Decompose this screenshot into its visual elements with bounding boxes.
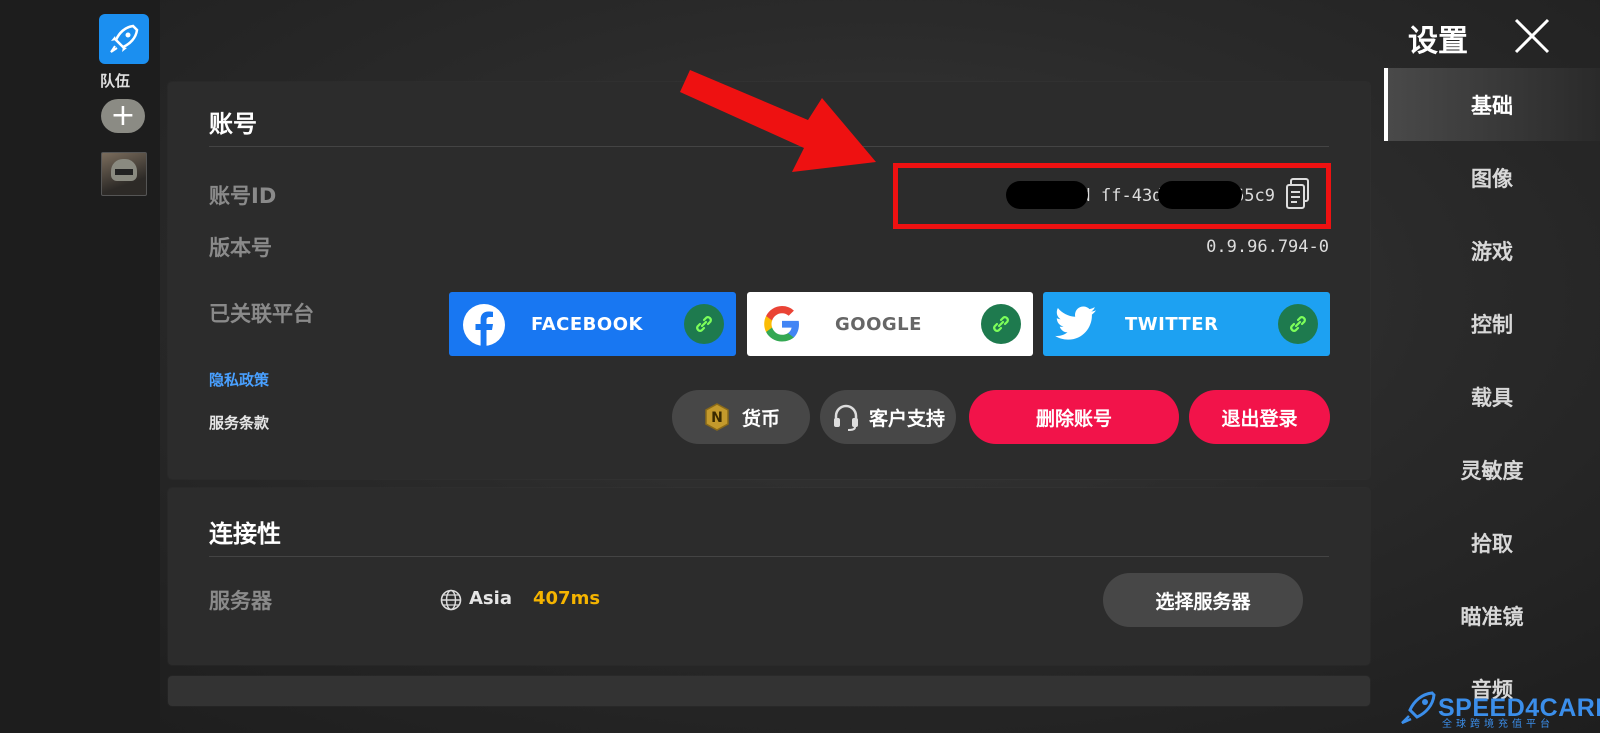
avatar[interactable] <box>101 152 147 196</box>
nav-item-sensitivity[interactable]: 灵敏度 <box>1384 433 1600 506</box>
link-icon <box>1278 304 1318 344</box>
rocket-icon <box>110 24 139 53</box>
facebook-icon <box>463 304 505 347</box>
settings-title: 设置 <box>1408 24 1468 59</box>
close-icon[interactable] <box>1512 16 1552 56</box>
ping-value: 407ms <box>533 588 601 609</box>
red-arrow-annotation <box>680 70 876 172</box>
server-label: 服务器 <box>209 589 272 613</box>
connectivity-title: 连接性 <box>209 520 281 548</box>
facebook-link-button[interactable]: FACEBOOK <box>449 292 736 356</box>
team-app-icon[interactable] <box>99 14 149 64</box>
headset-icon <box>833 404 858 431</box>
twitter-label: TWITTER <box>1125 314 1219 335</box>
select-server-button[interactable]: 选择服务器 <box>1103 573 1303 627</box>
privacy-policy-link[interactable]: 隐私政策 <box>209 369 269 390</box>
twitter-link-button[interactable]: TWITTER <box>1043 292 1330 356</box>
svg-text:N: N <box>711 410 723 426</box>
version-label: 版本号 <box>209 236 272 260</box>
globe-icon <box>440 589 462 611</box>
highlight-box-annotation <box>893 163 1331 229</box>
google-icon <box>764 306 799 342</box>
nav-item-graphics[interactable]: 图像 <box>1384 141 1600 214</box>
connectivity-panel: 连接性 服务器 Asia 407ms 选择服务器 <box>168 488 1370 665</box>
watermark-subtitle: 全球跨境充值平台 <box>1442 719 1554 730</box>
add-teammate-button[interactable]: + <box>101 99 145 133</box>
nav-item-game[interactable]: 游戏 <box>1384 214 1600 287</box>
account-id-label: 账号ID <box>209 184 277 208</box>
currency-button[interactable]: N 货币 <box>672 390 810 444</box>
twitter-icon <box>1055 306 1096 340</box>
support-label: 客户支持 <box>868 407 945 430</box>
linked-platforms-label: 已关联平台 <box>209 302 314 326</box>
server-region: Asia <box>469 588 512 609</box>
link-icon <box>684 304 724 344</box>
facebook-label: FACEBOOK <box>531 314 643 335</box>
logout-button[interactable]: 退出登录 <box>1189 390 1330 444</box>
account-title: 账号 <box>209 110 257 138</box>
nav-item-controls[interactable]: 控制 <box>1384 287 1600 360</box>
nav-item-basic[interactable]: 基础 <box>1384 68 1600 141</box>
nav-item-scope[interactable]: 瞄准镜 <box>1384 579 1600 652</box>
divider <box>209 556 1329 557</box>
nav-item-pickup[interactable]: 拾取 <box>1384 506 1600 579</box>
watermark: SPEED4CARD 全球跨境充值平台 <box>1398 690 1600 730</box>
settings-nav: 基础 图像 游戏 控制 载具 灵敏度 拾取 瞄准镜 音频 <box>1384 68 1600 725</box>
currency-label: 货币 <box>741 407 780 430</box>
coin-icon: N <box>705 403 729 431</box>
google-link-button[interactable]: GOOGLE <box>747 292 1033 356</box>
version-value: 0.9.96.794-0 <box>1206 237 1329 257</box>
nav-item-vehicle[interactable]: 载具 <box>1384 360 1600 433</box>
delete-account-button[interactable]: 删除账号 <box>969 390 1179 444</box>
team-label: 队伍 <box>100 72 131 90</box>
customer-support-button[interactable]: 客户支持 <box>820 390 956 444</box>
link-icon <box>981 304 1021 344</box>
terms-of-service-link[interactable]: 服务条款 <box>209 412 269 433</box>
next-panel <box>168 676 1370 706</box>
rocket-icon <box>1401 691 1436 725</box>
google-label: GOOGLE <box>835 314 922 335</box>
